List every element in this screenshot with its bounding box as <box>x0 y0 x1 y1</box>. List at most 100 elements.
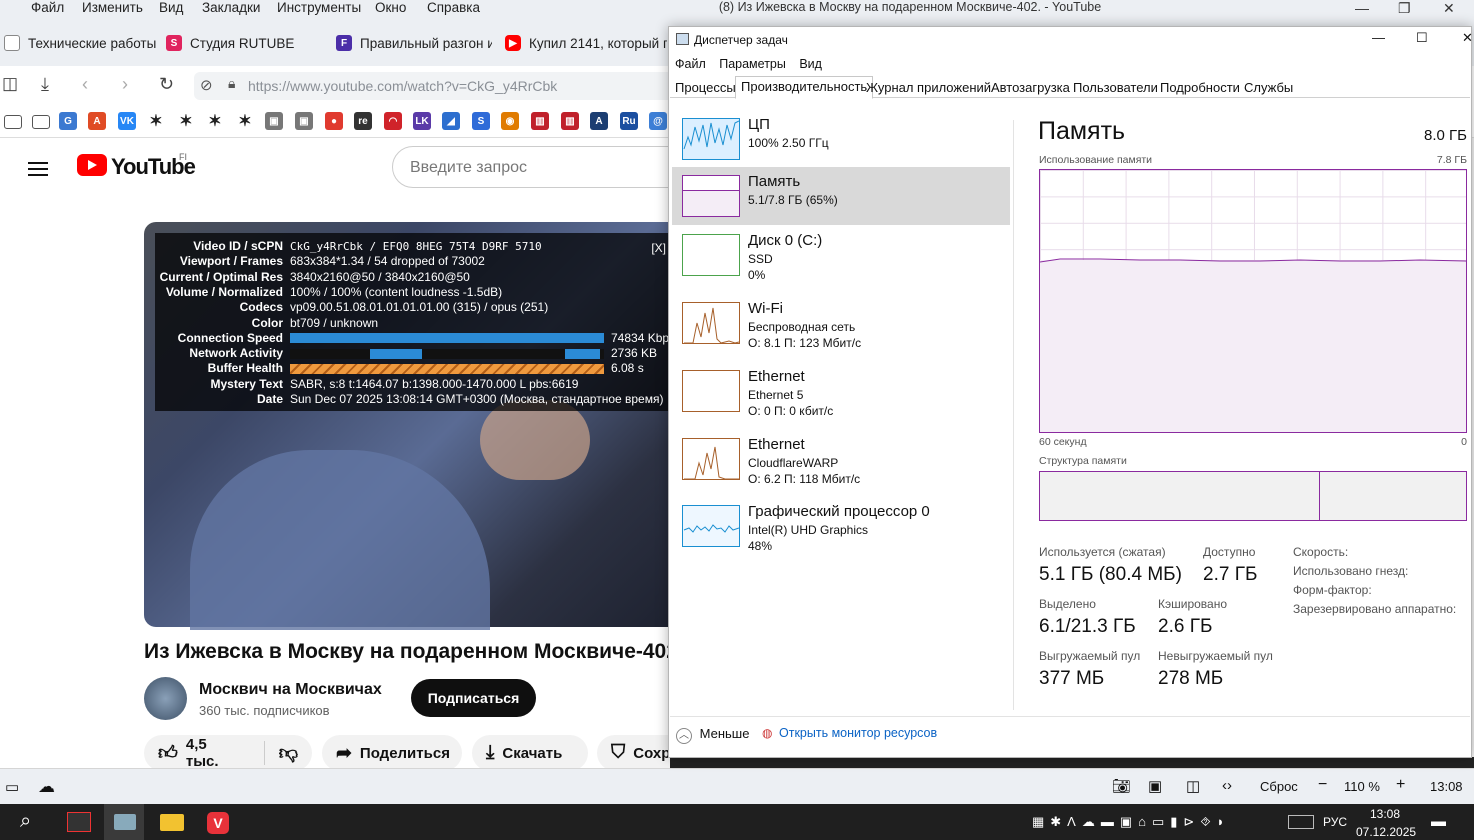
fewer-details-button[interactable]: ︿ Меньше <box>676 726 749 744</box>
cloud-icon[interactable]: ☁ <box>38 777 55 797</box>
lock-icon[interactable]: 🔒︎ <box>228 75 235 92</box>
back-icon[interactable]: ‹ <box>82 74 88 95</box>
channel-avatar[interactable] <box>144 677 187 720</box>
sidebar-item-0[interactable]: ЦП 100% 2.50 ГГц <box>672 110 1010 168</box>
vivaldi-icon[interactable]: V <box>207 812 229 834</box>
image-icon[interactable]: ▣ <box>295 112 313 130</box>
subscribe-button[interactable]: Подписаться <box>411 679 536 717</box>
taskmgr-menu-options[interactable]: Параметры <box>719 57 786 71</box>
notification-icon[interactable]: ▬ <box>1431 813 1446 830</box>
star-icon[interactable]: ✶ <box>177 112 195 130</box>
search-icon[interactable]: ⌕ <box>20 810 31 833</box>
menu-view[interactable]: Вид <box>159 0 183 15</box>
circle-icon[interactable]: ◉ <box>501 112 519 130</box>
browser-close-icon[interactable]: ✕ <box>1443 0 1455 17</box>
ru-icon[interactable]: Ru <box>620 112 638 130</box>
tab-0[interactable]: Технические работы <box>4 28 160 58</box>
url-text[interactable]: https://www.youtube.com/watch?v=CkG_y4Rr… <box>248 78 557 94</box>
keyboard-icon[interactable] <box>1288 815 1314 829</box>
folder-icon[interactable] <box>160 814 184 831</box>
taskmgr-maximize-icon[interactable]: ☐ <box>1416 30 1428 46</box>
folder-icon[interactable] <box>32 115 50 129</box>
s-icon[interactable]: S <box>472 112 490 130</box>
folder-icon[interactable] <box>4 115 22 129</box>
zoom-reset-button[interactable]: Сброс <box>1260 779 1298 794</box>
sidebar-thumbnail <box>682 505 740 547</box>
hamburger-menu-icon[interactable] <box>28 158 48 180</box>
browser-minimize-icon[interactable]: — <box>1355 0 1369 16</box>
tab-users[interactable]: Пользователи <box>1068 78 1163 98</box>
image-icon[interactable]: ▣ <box>1148 777 1162 795</box>
tab-1[interactable]: S Студия RUTUBE <box>166 28 322 58</box>
re-icon[interactable]: re <box>354 112 372 130</box>
map-pin-icon[interactable]: ● <box>325 112 343 130</box>
browser-maximize-icon[interactable]: ❐ <box>1398 0 1411 17</box>
youtube-logo-icon[interactable] <box>77 154 107 176</box>
tv-icon[interactable]: ▥ <box>531 112 549 130</box>
tab-processes[interactable]: Процессы <box>670 78 741 98</box>
language-indicator[interactable]: РУС <box>1323 815 1347 829</box>
channel-name[interactable]: Москвич на Москвичах <box>199 681 382 699</box>
like-dislike-button[interactable]: 👍︎ 4,5 тыс. 👎︎ <box>144 735 312 771</box>
lk-icon[interactable]: LK <box>413 112 431 130</box>
sidebar-item-3[interactable]: Wi-Fi Беспроводная сеть О: 8.1 П: 123 Мбит… <box>672 294 1010 352</box>
menu-tools[interactable]: Инструменты <box>277 0 361 15</box>
download-icon[interactable]: ⤓ <box>41 74 49 95</box>
arc-icon[interactable]: ◠ <box>384 112 402 130</box>
tab-app-history[interactable]: Журнал приложений <box>861 78 996 98</box>
reload-icon[interactable]: ↻ <box>159 74 174 95</box>
chart-icon[interactable]: ◢ <box>442 112 460 130</box>
star-icon[interactable]: ✶ <box>206 112 224 130</box>
shield-icon[interactable]: ⊘ <box>200 76 213 94</box>
share-button[interactable]: ➦ Поделиться <box>322 735 462 771</box>
forward-icon[interactable]: › <box>122 74 128 95</box>
menu-file[interactable]: Файл <box>31 0 64 15</box>
a-icon[interactable]: A <box>590 112 608 130</box>
taskbar-time[interactable]: 13:08 <box>1370 807 1400 821</box>
taskbar-date[interactable]: 07.12.2025 <box>1356 825 1416 839</box>
star-icon[interactable]: ✶ <box>147 112 165 130</box>
open-resource-monitor-link[interactable]: Открыть монитор ресурсов <box>779 726 937 740</box>
taskmgr-menu-view[interactable]: Вид <box>799 57 822 71</box>
thumbs-up-icon[interactable]: 👍︎ <box>158 742 178 765</box>
star-icon[interactable]: ✶ <box>236 112 254 130</box>
taskmgr-close-icon[interactable]: ✕ <box>1462 30 1473 46</box>
camera-icon[interactable]: 📷︎ <box>1112 777 1131 795</box>
taskmgr-minimize-icon[interactable]: — <box>1372 30 1385 45</box>
tv-icon[interactable]: ▥ <box>561 112 579 130</box>
translate-icon[interactable]: G <box>59 112 77 130</box>
sidebar-item-5[interactable]: Ethernet CloudflareWARP О: 6.2 П: 118 Мбит… <box>672 430 1010 488</box>
menu-bookmarks[interactable]: Закладки <box>202 0 260 15</box>
taskmgr-menu-file[interactable]: Файл <box>675 57 706 71</box>
tab-startup[interactable]: Автозагрузка <box>986 78 1075 98</box>
tab-details[interactable]: Подробности <box>1155 78 1245 98</box>
tile-icon[interactable]: ◫ <box>1186 777 1200 795</box>
menu-window[interactable]: Окно <box>375 0 406 15</box>
sidebar-item-2[interactable]: Диск 0 (C:) SSD 0% <box>672 226 1010 284</box>
tray-icons[interactable]: ▦✱Ʌ☁▬▣⌂▭▮⊳⯑◗ <box>1032 814 1230 830</box>
tab-3[interactable]: ▶ Купил 2141, который п <box>505 28 667 58</box>
tab-2[interactable]: F Правильный разгон и <box>336 28 492 58</box>
mail-icon[interactable]: @ <box>649 112 667 130</box>
app-icon[interactable] <box>67 812 91 832</box>
ad-icon[interactable]: A <box>88 112 106 130</box>
sidebar-item-4[interactable]: Ethernet Ethernet 5 О: 0 П: 0 кбит/с <box>672 362 1010 420</box>
stats-close-button[interactable]: [X] <box>651 241 666 256</box>
search-input[interactable]: Введите запрос <box>392 146 682 188</box>
panel-toggle-icon[interactable]: ◫ <box>2 74 18 94</box>
sidebar-item-1[interactable]: Память 5.1/7.8 ГБ (65%) <box>672 167 1010 225</box>
code-icon[interactable]: ‹› <box>1222 777 1232 794</box>
image-icon[interactable]: ▣ <box>265 112 283 130</box>
menu-edit[interactable]: Изменить <box>82 0 143 15</box>
tab-services[interactable]: Службы <box>1239 78 1298 98</box>
zoom-in-icon[interactable]: + <box>1396 776 1405 794</box>
download-button[interactable]: ⤓ Скачать <box>472 735 588 771</box>
panel-icon[interactable]: ▭ <box>5 778 19 796</box>
tab-performance[interactable]: Производительность <box>735 76 874 99</box>
thumbs-down-icon[interactable]: 👎︎ <box>279 742 298 765</box>
zoom-out-icon[interactable]: − <box>1318 776 1327 794</box>
sidebar-item-6[interactable]: Графический процессор 0 Intel(R) UHD Grap… <box>672 497 1010 555</box>
tab-label: Технические работы <box>28 35 157 51</box>
vk-icon[interactable]: VK <box>118 112 136 130</box>
menu-help[interactable]: Справка <box>427 0 480 15</box>
